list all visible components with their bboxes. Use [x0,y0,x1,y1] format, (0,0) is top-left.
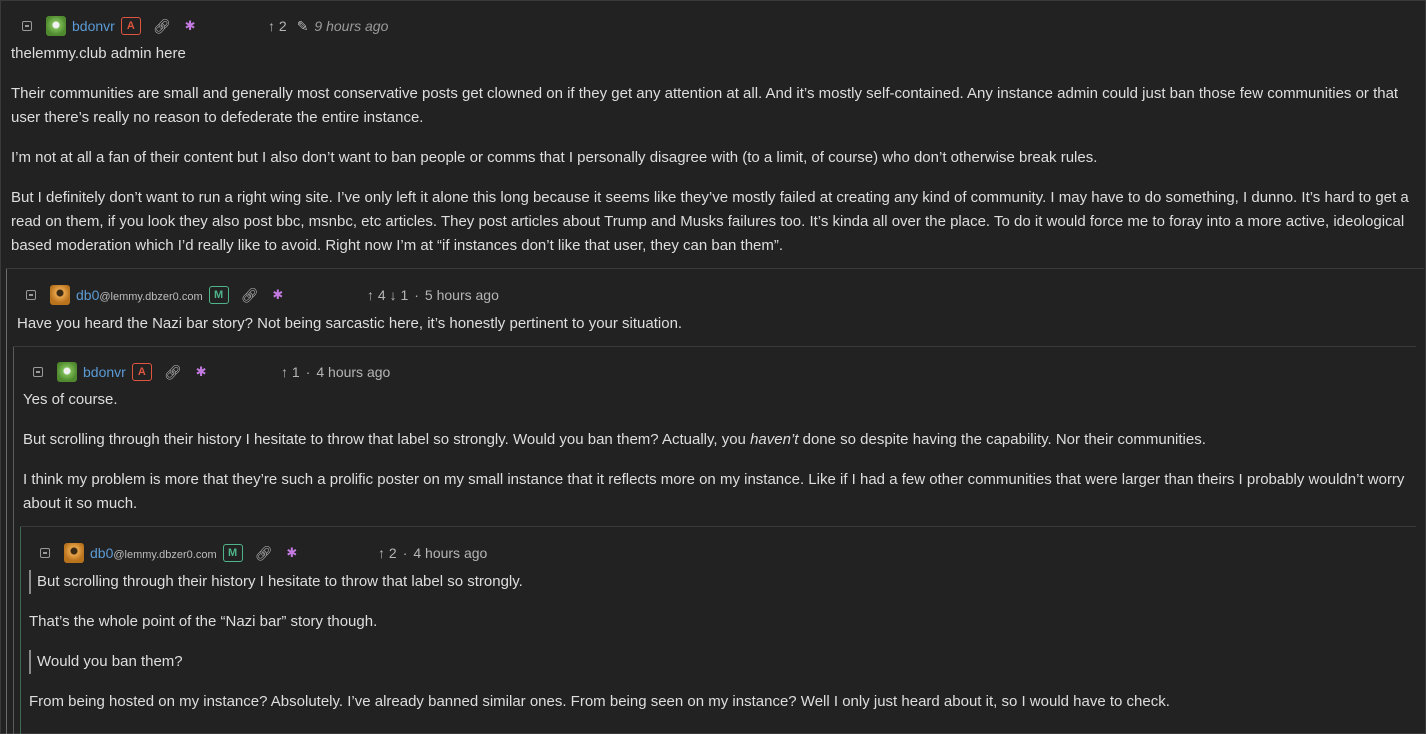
admin-badge: A [120,17,141,35]
moderator-badge: M [208,286,229,304]
score[interactable]: ↑ 4 ↓ 1 [367,287,408,303]
moderator-badge: M [222,544,243,562]
comment-meta: ↑ 2 · 4 hours ago [378,545,488,561]
comment-header: bdonvr A 🔗︎ ✱ [33,360,207,384]
link-icon[interactable]: 🔗︎ [164,364,182,381]
comment-paragraph: Their communities are small and generall… [11,85,1399,126]
comment-paragraph: Yes of course. [23,391,118,408]
blockquote: But scrolling through their history I he… [29,570,1409,594]
comment-body: thelemmy.club admin here Their communiti… [11,42,1421,258]
timestamp[interactable]: 9 hours ago [314,18,388,34]
timestamp[interactable]: 4 hours ago [316,364,390,380]
collapse-icon[interactable] [33,367,43,377]
timestamp[interactable]: 5 hours ago [425,287,499,303]
blockquote: Would you ban them? [29,650,1409,674]
avatar[interactable] [50,285,70,305]
divider [6,268,1424,269]
comment-paragraph: Have you heard the Nazi bar story? Not b… [17,315,683,332]
comment-meta: ↑ 1 · 4 hours ago [281,364,391,380]
collapse-icon[interactable] [40,548,50,558]
thread-line[interactable] [20,526,21,734]
comment-paragraph: That’s the whole point of the “Nazi bar”… [29,613,378,630]
thread-line[interactable] [13,346,14,734]
comment-meta: ↑ 4 ↓ 1 · 5 hours ago [367,287,499,303]
comment-paragraph: But I definitely don’t want to run a rig… [11,189,1409,254]
comment-paragraph: I’m not at all a fan of their content bu… [11,149,1098,166]
score[interactable]: ↑ 2 [378,545,397,561]
comment-paragraph: But scrolling through their history I he… [23,431,1206,448]
comment-paragraph: thelemmy.club admin here [11,45,186,62]
username-link[interactable]: bdonvr [83,364,126,380]
username-link[interactable]: db0@lemmy.dbzer0.com [90,545,217,561]
link-icon[interactable]: 🔗︎ [153,18,171,35]
comment-header: db0@lemmy.dbzer0.com M 🔗︎ ✱ [26,283,283,307]
avatar[interactable] [64,543,84,563]
admin-badge: A [131,363,152,381]
comment-body: But scrolling through their history I he… [29,570,1409,714]
link-icon[interactable]: 🔗︎ [255,545,273,562]
divider [13,346,1416,347]
avatar[interactable] [57,362,77,382]
fediverse-icon[interactable]: ✱ [272,287,283,303]
collapse-icon[interactable] [22,21,32,31]
comment-header: bdonvr A 🔗︎ ✱ [22,14,196,38]
fediverse-icon[interactable]: ✱ [185,18,196,34]
comment-body: Have you heard the Nazi bar story? Not b… [17,312,1417,336]
thread-line[interactable] [6,268,7,734]
fediverse-icon[interactable]: ✱ [286,545,297,561]
username-link[interactable]: db0@lemmy.dbzer0.com [76,287,203,303]
timestamp[interactable]: 4 hours ago [413,545,487,561]
avatar[interactable] [46,16,66,36]
comment-paragraph: From being hosted on my instance? Absolu… [29,693,1170,710]
username-link[interactable]: bdonvr [72,18,115,34]
score[interactable]: ↑ 2 [268,18,287,34]
fediverse-icon[interactable]: ✱ [196,364,207,380]
collapse-icon[interactable] [26,290,36,300]
comment-paragraph: I think my problem is more that they’re … [23,471,1405,512]
comment-meta: ↑ 2 ✎ 9 hours ago [268,14,388,38]
link-icon[interactable]: 🔗︎ [241,287,259,304]
edit-icon: ✎ [296,17,309,34]
comment-body: Yes of course. But scrolling through the… [23,388,1408,516]
score[interactable]: ↑ 1 [281,364,300,380]
divider [20,526,1416,527]
comment-header: db0@lemmy.dbzer0.com M 🔗︎ ✱ [40,541,297,565]
